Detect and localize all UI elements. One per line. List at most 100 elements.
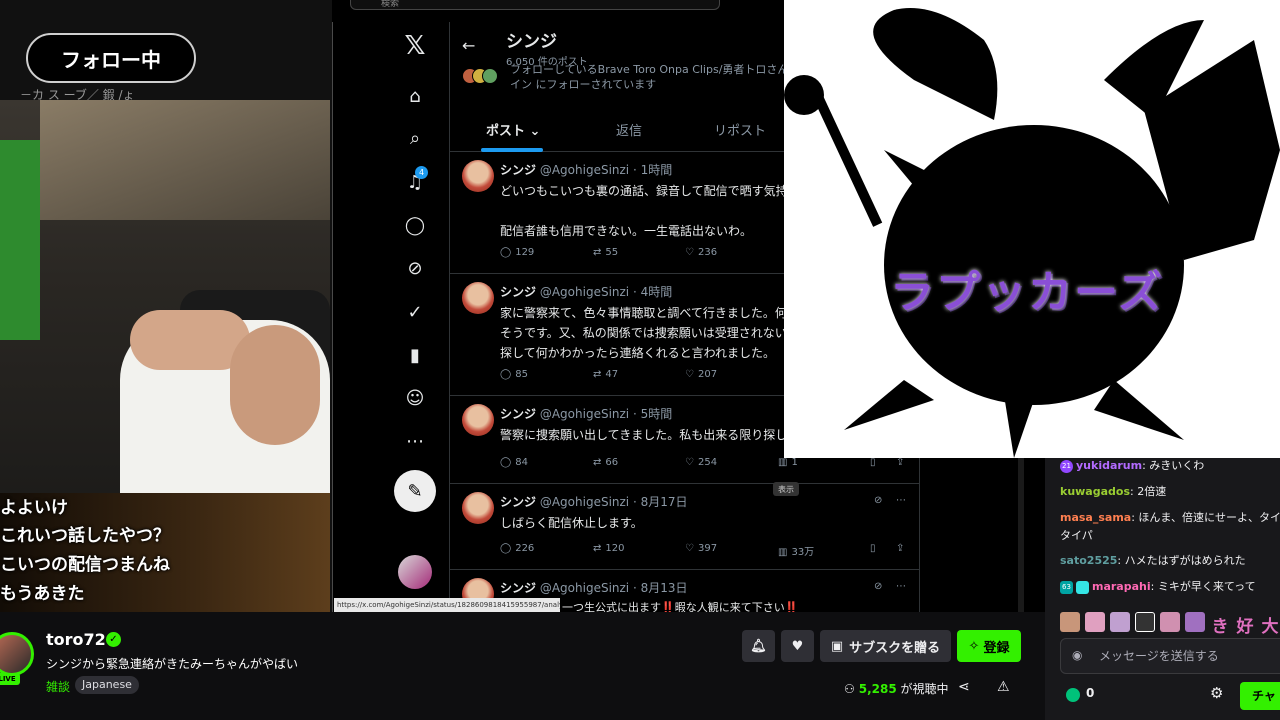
bookmark-icon[interactable]: ▯ [870,543,876,554]
caption-area: よよいけ これいつ話したやつ？ こいつの配信つまんね もうあきた [0,493,330,612]
category-link[interactable]: 雑談 [46,678,70,695]
bookmark-icon[interactable]: ▯ [870,457,876,468]
analytics-icon: ▥ [778,457,788,468]
gear-icon[interactable]: ⚙ [1210,684,1228,702]
more-icon[interactable]: ⋯ [403,429,427,453]
back-arrow-icon[interactable]: ← [462,36,475,55]
reply-button[interactable]: ◯ 226 [500,543,534,554]
tab-posts-label: ポスト [486,124,526,139]
like-button[interactable]: ♡ 207 [685,369,717,380]
profile-icon[interactable]: ☺ [403,386,427,410]
tag-chip[interactable]: Japanese [75,676,139,694]
emote-icon[interactable]: 好 [1235,612,1255,637]
chat-send-button[interactable]: チャ [1240,682,1280,710]
bookmarks-icon[interactable]: ▮ [403,343,427,367]
emote-icon[interactable] [1185,612,1205,632]
chat-username[interactable]: yukidarum [1076,459,1142,472]
reply-button[interactable]: ◯ 84 [500,457,528,468]
share-icon[interactable]: ⇪ [896,543,904,554]
tweet-avatar[interactable] [462,282,494,314]
emote-icon[interactable] [1135,612,1155,632]
chat-input[interactable]: メッセージを送信する [1060,638,1280,674]
chat-message[interactable]: 63 marapahi: ミキが早く来てって [1060,577,1256,597]
reply-button[interactable]: ◯ 129 [500,247,534,258]
home-icon[interactable]: ⌂ [403,84,427,108]
reply-icon: ◯ [500,543,512,554]
chevron-down-icon: ⌄ [529,124,541,139]
tweet[interactable]: シンジ @AgohigeSinzi · 8月17日 ⊘ ⋯ しばらく配信休止しま… [450,484,920,570]
sub-badge-icon: 21 [1060,459,1073,473]
tweet-avatar[interactable] [462,160,494,192]
emote-icon[interactable]: き [1210,612,1230,637]
reply-button[interactable]: ◯ 85 [500,369,528,380]
views-button[interactable]: ▥ 33万 [778,543,814,558]
emote-icon[interactable] [1085,612,1105,632]
viewer-count: ⚇ 5,285 が視聴中 [844,680,949,697]
analytics-icon: ▥ [778,547,788,558]
reply-icon: ◯ [500,247,512,258]
more-icon[interactable]: ⋯ [896,581,906,592]
profile-name: シンジ [506,32,557,52]
streamer-head [230,325,320,445]
more-options-icon[interactable]: ⚠ [997,679,1010,695]
verified-orgs-icon[interactable]: ✓ [403,300,427,324]
grok-icon[interactable]: ⊘ [874,495,882,506]
share-icon[interactable]: ⇪ [896,457,904,468]
account-avatar[interactable] [398,555,432,589]
chat-badge-icon[interactable]: ◉ [1072,648,1086,662]
like-button[interactable]: ♡ 236 [685,247,717,258]
subscribe-button[interactable]: ✧ 登録 [957,630,1021,662]
chat-message[interactable]: sato2525: ハメたはずがはめられた [1060,551,1246,571]
emote-icon[interactable] [1110,612,1130,632]
chat-username[interactable]: marapahi [1092,580,1151,593]
star-icon: ✧ [968,638,980,654]
notification-bell-button[interactable]: 🔔︎ [742,630,775,662]
notification-badge: 4 [415,166,428,179]
compose-post-icon[interactable]: ✎ [394,470,436,512]
caption-line: よよいけ [0,498,68,518]
messages-icon[interactable]: ◯ [403,213,427,237]
follow-heart-button[interactable]: ♥ [781,630,814,662]
chat-username[interactable]: masa_sama [1060,511,1131,524]
repost-button[interactable]: ⇄ 120 [593,543,624,554]
repost-count: 55 [605,247,619,258]
views-button[interactable]: ▥ 1 [778,457,798,468]
tweet-avatar[interactable] [462,492,494,524]
search-icon[interactable]: ⌕ [403,126,427,150]
chat-message[interactable]: 21 yukidarum: みきいくわ [1060,456,1204,476]
tab-reposts[interactable]: リポスト [714,120,766,139]
like-button[interactable]: ♡ 254 [685,457,717,468]
tweet-text: 一つ生公式に出ます‼️暇な人観に来て下さい‼️ [562,598,920,612]
tweet-avatar[interactable] [462,404,494,436]
share-icon[interactable]: ⋖ [958,679,970,695]
grok-icon[interactable]: ⊘ [874,581,882,592]
repost-icon: ⇄ [593,543,602,554]
more-icon[interactable]: ⋯ [896,495,906,506]
monster-silhouette [784,8,1280,458]
twitter-search-bar[interactable]: 検索 [350,0,720,10]
tweet-handle: @AgohigeSinzi · 1時間 [539,163,673,177]
chat-username[interactable]: sato2525 [1060,554,1117,567]
emote-icon[interactable] [1060,612,1080,632]
grok-icon[interactable]: ⊘ [403,256,427,280]
chat-username[interactable]: kuwagados [1060,485,1130,498]
like-button[interactable]: ♡ 397 [685,543,717,554]
tweet-header: シンジ @AgohigeSinzi · 4時間 [500,283,672,300]
sub-badge-icon: 63 [1060,580,1073,594]
tweet-line: しばらく配信休止します。 [500,516,643,530]
emote-icon[interactable] [1160,612,1180,632]
x-logo-icon[interactable]: 𝕏 [403,31,427,61]
tweet-handle: @AgohigeSinzi · 8月13日 [539,581,688,595]
twitter-nav: 𝕏 ⌂ ⌕ ♫ ◯ ⊘ ✓ ▮ ☺ ⋯ [332,22,450,612]
streamer-name[interactable]: toro72 [46,630,106,649]
tab-posts[interactable]: ポスト ⌄ [486,120,540,139]
tab-replies[interactable]: 返信 [616,120,642,139]
repost-button[interactable]: ⇄ 55 [593,247,618,258]
chat-message[interactable]: kuwagados: 2倍速 [1060,482,1166,502]
repost-button[interactable]: ⇄ 47 [593,369,618,380]
repost-button[interactable]: ⇄ 66 [593,457,618,468]
gift-sub-button[interactable]: ▣ サブスクを贈る [820,630,951,662]
chat-message[interactable]: masa_sama: ほんま、倍速にせーよ、タイ [1060,508,1280,528]
emote-icon[interactable]: 大 [1260,612,1280,637]
channel-points-icon[interactable] [1066,688,1080,702]
